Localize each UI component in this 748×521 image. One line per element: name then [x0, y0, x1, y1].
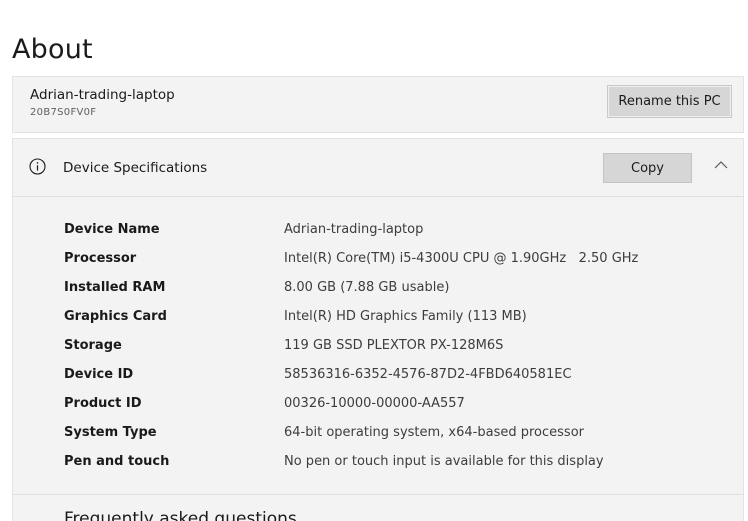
- spec-row: Pen and touch No pen or touch input is a…: [64, 451, 724, 480]
- spec-value: 119 GB SSD PLEXTOR PX-128M6S: [284, 338, 504, 353]
- about-page: About Adrian-trading-laptop 20B7S0FV0F R…: [0, 0, 748, 521]
- spec-label: Processor: [64, 251, 137, 266]
- spec-label: Product ID: [64, 396, 142, 411]
- spec-label: System Type: [64, 425, 157, 440]
- spec-value: 64-bit operating system, x64-based proce…: [284, 425, 584, 440]
- device-specifications-title: Device Specifications: [63, 160, 208, 176]
- spec-value: 8.00 GB (7.88 GB usable): [284, 280, 450, 295]
- spec-row: System Type 64-bit operating system, x64…: [64, 422, 724, 451]
- pc-model: 20B7S0FV0F: [30, 107, 97, 118]
- info-icon: [29, 158, 46, 175]
- spec-label: Device ID: [64, 367, 134, 382]
- spec-list: Device Name Adrian-trading-laptop Proces…: [64, 219, 724, 480]
- spec-value: 58536316-6352-4576-87D2-4FBD640581EC: [284, 367, 572, 382]
- spec-value: No pen or touch input is available for t…: [284, 454, 604, 469]
- spec-label: Storage: [64, 338, 122, 353]
- spec-row: Device ID 58536316-6352-4576-87D2-4FBD64…: [64, 364, 724, 393]
- spec-label: Pen and touch: [64, 454, 170, 469]
- spec-row: Storage 119 GB SSD PLEXTOR PX-128M6S: [64, 335, 724, 364]
- faq-title[interactable]: Frequently asked questions: [64, 509, 297, 521]
- spec-row: Graphics Card Intel(R) HD Graphics Famil…: [64, 306, 724, 335]
- device-specifications-header[interactable]: Device Specifications Copy: [13, 139, 743, 197]
- pc-name-card: Adrian-trading-laptop 20B7S0FV0F Rename …: [12, 76, 744, 133]
- section-divider: [13, 494, 743, 495]
- rename-pc-button[interactable]: Rename this PC: [607, 85, 732, 118]
- spec-value: Intel(R) Core(TM) i5-4300U CPU @ 1.90GHz…: [284, 251, 639, 266]
- pc-name: Adrian-trading-laptop: [30, 87, 175, 103]
- spec-row: Processor Intel(R) Core(TM) i5-4300U CPU…: [64, 248, 724, 277]
- copy-button[interactable]: Copy: [603, 153, 692, 183]
- spec-label: Graphics Card: [64, 309, 167, 324]
- spec-row: Product ID 00326-10000-00000-AA557: [64, 393, 724, 422]
- spec-value: Intel(R) HD Graphics Family (113 MB): [284, 309, 527, 324]
- spec-label: Device Name: [64, 222, 160, 237]
- spec-value: 00326-10000-00000-AA557: [284, 396, 465, 411]
- page-title: About: [12, 34, 93, 65]
- device-specifications-section: Device Specifications Copy Device Name A…: [12, 138, 744, 521]
- spec-value: Adrian-trading-laptop: [284, 222, 424, 237]
- spec-row: Device Name Adrian-trading-laptop: [64, 219, 724, 248]
- spec-label: Installed RAM: [64, 280, 166, 295]
- chevron-up-icon[interactable]: [713, 157, 729, 173]
- spec-row: Installed RAM 8.00 GB (7.88 GB usable): [64, 277, 724, 306]
